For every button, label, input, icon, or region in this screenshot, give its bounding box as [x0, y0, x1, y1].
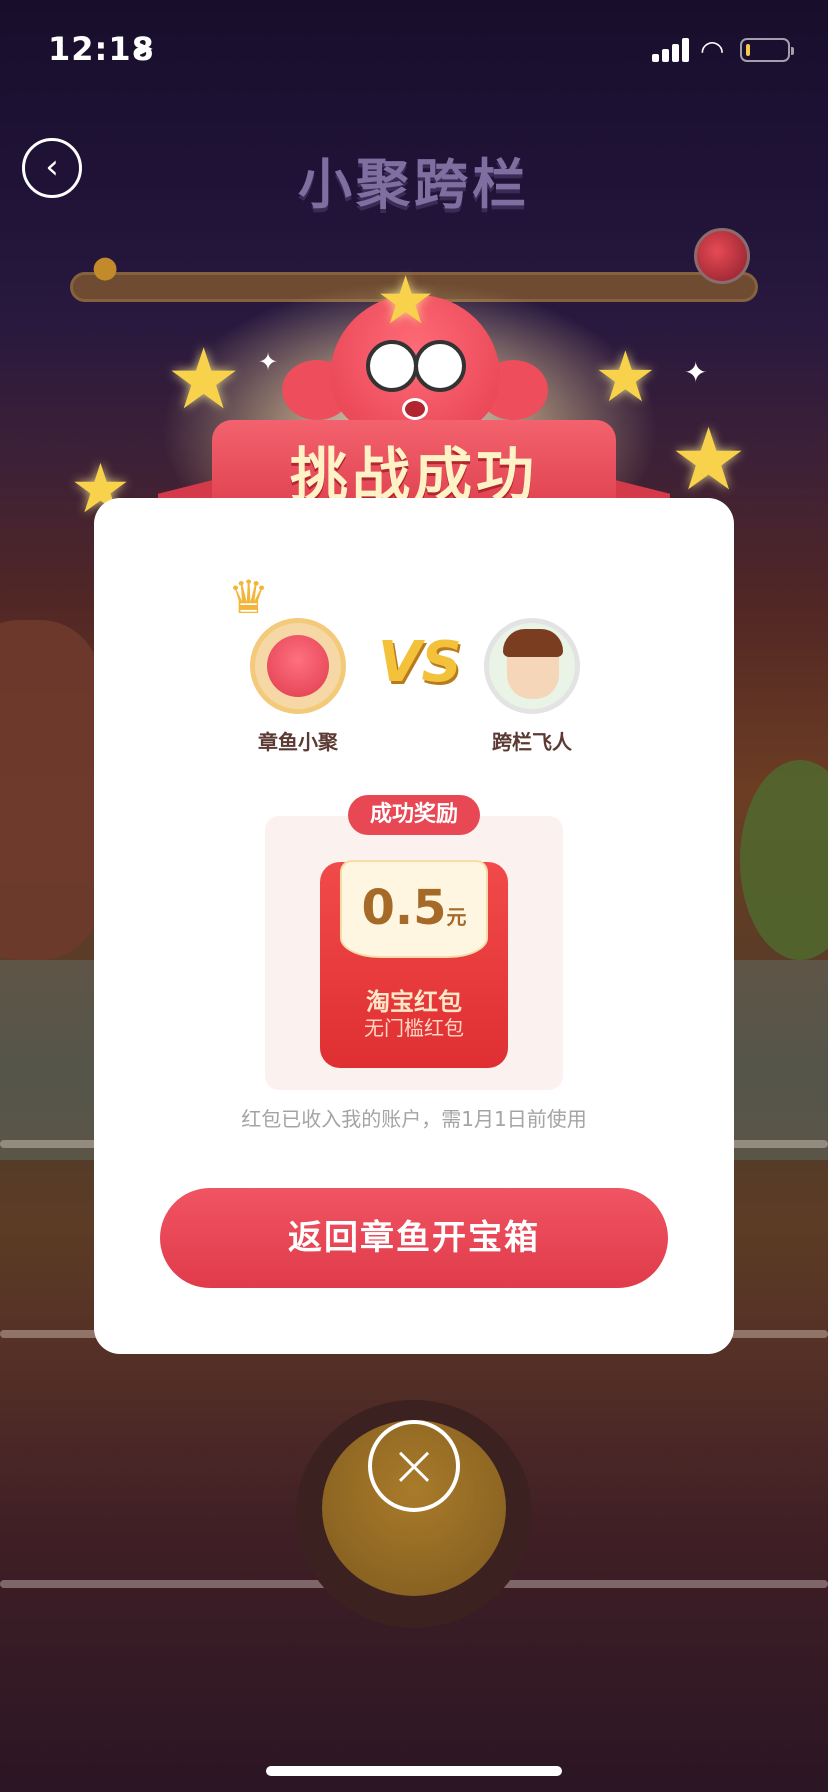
player-name: 章鱼小聚 — [258, 730, 338, 754]
cellular-signal-icon — [652, 38, 692, 62]
return-to-treasure-button[interactable]: 返回章鱼开宝箱 — [160, 1188, 668, 1288]
vs-label: VS — [378, 630, 462, 695]
player-name: 跨栏飞人 — [492, 730, 572, 754]
sparkle-icon: ✦ — [684, 356, 708, 389]
home-indicator — [266, 1766, 562, 1776]
runner-avatar — [484, 618, 580, 714]
close-icon: × — [389, 1431, 439, 1499]
envelope-subtitle: 无门槛红包 — [364, 1016, 464, 1040]
scenery-left — [0, 620, 100, 960]
octopus-avatar — [250, 618, 346, 714]
octopus-eye — [414, 340, 466, 392]
reward-amount-unit: 元 — [446, 905, 467, 929]
player-opponent: 跨栏飞人 — [480, 618, 584, 755]
octopus-eye — [366, 340, 418, 392]
star-icon: ★ — [376, 262, 436, 339]
star-icon: ★ — [594, 336, 657, 418]
player-winner: 章鱼小聚 — [246, 618, 350, 755]
reward-note: 红包已收入我的账户，需1月1日前使用 — [241, 1107, 587, 1131]
star-icon: ★ — [670, 410, 748, 510]
track-avatar — [694, 228, 750, 284]
wifi-icon: ◠ — [700, 34, 725, 67]
close-button[interactable]: × — [368, 1420, 460, 1512]
location-arrow-icon: ➤ — [132, 34, 154, 64]
map-pin-icon: ● — [92, 250, 119, 285]
reward-badge: 成功奖励 — [348, 795, 480, 835]
reward-amount-value: 0.5 — [361, 880, 447, 936]
reward-amount: 0.5元 — [340, 880, 488, 936]
star-icon: ★ — [166, 330, 242, 428]
crown-icon: ♛ — [228, 570, 270, 624]
octopus-mouth — [402, 398, 428, 420]
sparkle-icon: ✦ — [258, 348, 279, 376]
battery-low-icon — [740, 38, 794, 62]
status-bar: 12:18 ➤ ◠ — [0, 0, 828, 96]
page-title: 小聚跨栏 — [298, 153, 530, 216]
